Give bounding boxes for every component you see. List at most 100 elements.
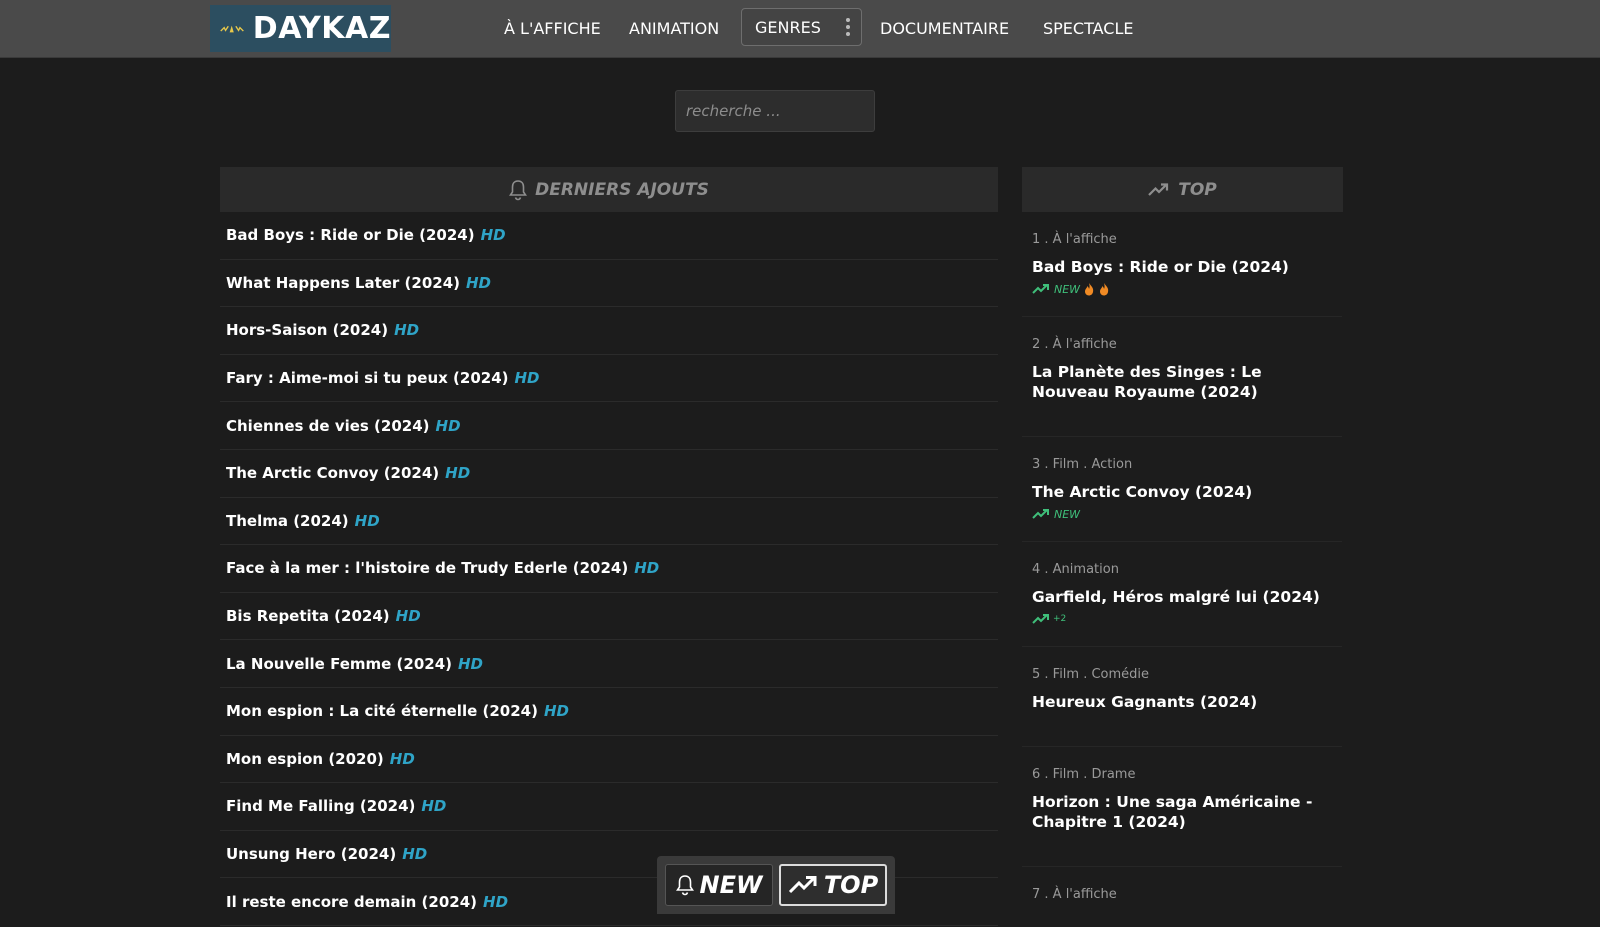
top-list-item[interactable]: 1 . À l'affiche Bad Boys : Ride or Die (…	[1022, 212, 1342, 317]
trending-up-icon	[1032, 284, 1049, 294]
movie-title: Thelma (2024)	[226, 511, 349, 530]
top-item-meta: 7 . À l'affiche	[1032, 887, 1117, 902]
bottom-toggle-bar: NEW TOP	[657, 856, 895, 914]
nav-spectacle[interactable]: SPECTACLE	[1043, 0, 1133, 57]
trending-up-icon	[1032, 509, 1049, 519]
movie-title: Mon espion (2020)	[226, 749, 384, 768]
top-list-item[interactable]: 2 . À l'affiche La Planète des Singes : …	[1022, 317, 1342, 437]
trending-up-icon	[788, 876, 817, 894]
quality-badge: HD	[354, 511, 380, 530]
list-item[interactable]: Face à la mer : l'histoire de Trudy Eder…	[220, 545, 998, 593]
bell-icon	[675, 875, 694, 896]
bell-icon	[509, 179, 528, 200]
top-panel-title: TOP	[1178, 179, 1217, 200]
nav-genres-dropdown[interactable]: GENRES	[741, 8, 862, 46]
top-list-item[interactable]: 5 . Film . Comédie Heureux Gagnants (202…	[1022, 647, 1342, 747]
trend-badge: NEW	[1032, 281, 1332, 297]
trend-badge: NEW	[1032, 506, 1332, 522]
movie-title: Hors-Saison (2024)	[226, 321, 389, 340]
quality-badge: HD	[514, 369, 540, 388]
top-panel-header: TOP	[1022, 167, 1343, 212]
quality-badge: HD	[543, 702, 569, 721]
list-item[interactable]: Chiennes de vies (2024) HD	[220, 402, 998, 450]
movie-title: The Arctic Convoy (2024)	[226, 464, 440, 483]
top-list-item[interactable]: 6 . Film . Drame Horizon : Une saga Amér…	[1022, 747, 1342, 867]
quality-badge: HD	[394, 321, 420, 340]
top-list-item[interactable]: 4 . Animation Garfield, Héros malgré lui…	[1022, 542, 1342, 647]
top-item-title: The Arctic Convoy (2024)	[1032, 483, 1253, 501]
top-item-meta: 3 . Film . Action	[1032, 457, 1133, 472]
movie-title: Fary : Aime-moi si tu peux (2024)	[226, 369, 509, 388]
flame-icon	[1100, 283, 1109, 296]
top-item-title: Heureux Gagnants (2024)	[1032, 693, 1258, 711]
quality-badge: HD	[389, 749, 415, 768]
list-item[interactable]: Mon espion : La cité éternelle (2024) HD	[220, 688, 998, 736]
list-item[interactable]: La Nouvelle Femme (2024) HD	[220, 640, 998, 688]
trend-badge: +2	[1032, 611, 1332, 627]
list-item[interactable]: Fary : Aime-moi si tu peux (2024) HD	[220, 355, 998, 403]
latest-panel-header: DERNIERS AJOUTS	[220, 167, 998, 212]
list-item[interactable]: What Happens Later (2024) HD	[220, 260, 998, 308]
more-vertical-icon	[846, 18, 850, 38]
movie-title: Find Me Falling (2024)	[226, 797, 416, 816]
list-item[interactable]: Bad Boys : Ride or Die (2024) HD	[220, 212, 998, 260]
list-item[interactable]: Find Me Falling (2024) HD	[220, 783, 998, 831]
quality-badge: HD	[483, 892, 509, 911]
quality-badge: HD	[445, 464, 471, 483]
latest-panel-title: DERNIERS AJOUTS	[535, 179, 709, 200]
movie-title: Face à la mer : l'histoire de Trudy Eder…	[226, 559, 629, 578]
rank-change-badge: +2	[1053, 614, 1067, 624]
nav-documentaire[interactable]: DOCUMENTAIRE	[880, 0, 1009, 57]
movie-title: Il reste encore demain (2024)	[226, 892, 478, 911]
search-input[interactable]	[675, 90, 875, 132]
movie-title: What Happens Later (2024)	[226, 273, 460, 292]
quality-badge: HD	[421, 797, 447, 816]
list-item[interactable]: Mon espion (2020) HD	[220, 736, 998, 784]
quality-badge: HD	[458, 654, 484, 673]
top-tab-button[interactable]: TOP	[779, 864, 887, 906]
quality-badge: HD	[466, 273, 492, 292]
quality-badge: HD	[435, 416, 461, 435]
top-list: 1 . À l'affiche Bad Boys : Ride or Die (…	[1022, 212, 1342, 927]
quality-badge: HD	[402, 845, 428, 864]
flame-icon	[1085, 283, 1094, 296]
list-item[interactable]: Bis Repetita (2024) HD	[220, 593, 998, 641]
trending-up-icon	[1032, 614, 1049, 624]
quality-badge: HD	[395, 607, 421, 626]
movie-title: Mon espion : La cité éternelle (2024)	[226, 702, 538, 721]
new-badge: NEW	[1054, 282, 1081, 296]
new-badge: NEW	[1054, 507, 1081, 521]
logo-text: DAYKAZ	[252, 11, 391, 46]
list-item[interactable]: Hors-Saison (2024) HD	[220, 307, 998, 355]
list-item[interactable]: Thelma (2024) HD	[220, 498, 998, 546]
latest-list: Bad Boys : Ride or Die (2024) HD What Hap…	[220, 212, 998, 926]
logo-emblem-icon	[220, 25, 244, 32]
top-navbar: DAYKAZ À L'AFFICHE ANIMATION GENRES DOCU…	[0, 0, 1600, 58]
quality-badge: HD	[634, 559, 660, 578]
movie-title: Bis Repetita (2024)	[226, 607, 390, 626]
top-list-item[interactable]: 3 . Film . Action The Arctic Convoy (202…	[1022, 437, 1342, 542]
top-item-meta: 5 . Film . Comédie	[1032, 667, 1150, 682]
movie-title: Chiennes de vies (2024)	[226, 416, 430, 435]
site-logo[interactable]: DAYKAZ	[210, 5, 391, 52]
top-item-title: Garfield, Héros malgré lui (2024)	[1032, 588, 1320, 606]
movie-title: Unsung Hero (2024)	[226, 845, 397, 864]
nav-a-laffiche[interactable]: À L'AFFICHE	[504, 0, 601, 57]
top-item-title: Horizon : Une saga Américaine - Chapitre…	[1032, 793, 1313, 831]
quality-badge: HD	[480, 226, 506, 245]
movie-title: Bad Boys : Ride or Die (2024)	[226, 226, 475, 245]
top-list-item[interactable]: 7 . À l'affiche	[1022, 867, 1342, 927]
new-tab-label: NEW	[699, 871, 763, 899]
new-tab-button[interactable]: NEW	[665, 864, 773, 906]
top-tab-label: TOP	[823, 871, 879, 899]
nav-animation[interactable]: ANIMATION	[629, 0, 719, 57]
movie-title: La Nouvelle Femme (2024)	[226, 654, 452, 673]
top-item-title: Bad Boys : Ride or Die (2024)	[1032, 258, 1289, 276]
top-item-title: La Planète des Singes : Le Nouveau Royau…	[1032, 363, 1262, 401]
nav-genres-label: GENRES	[755, 17, 821, 37]
top-item-meta: 1 . À l'affiche	[1032, 232, 1117, 247]
top-item-meta: 2 . À l'affiche	[1032, 337, 1117, 352]
list-item[interactable]: The Arctic Convoy (2024) HD	[220, 450, 998, 498]
top-item-meta: 4 . Animation	[1032, 562, 1119, 577]
top-item-meta: 6 . Film . Drame	[1032, 767, 1136, 782]
